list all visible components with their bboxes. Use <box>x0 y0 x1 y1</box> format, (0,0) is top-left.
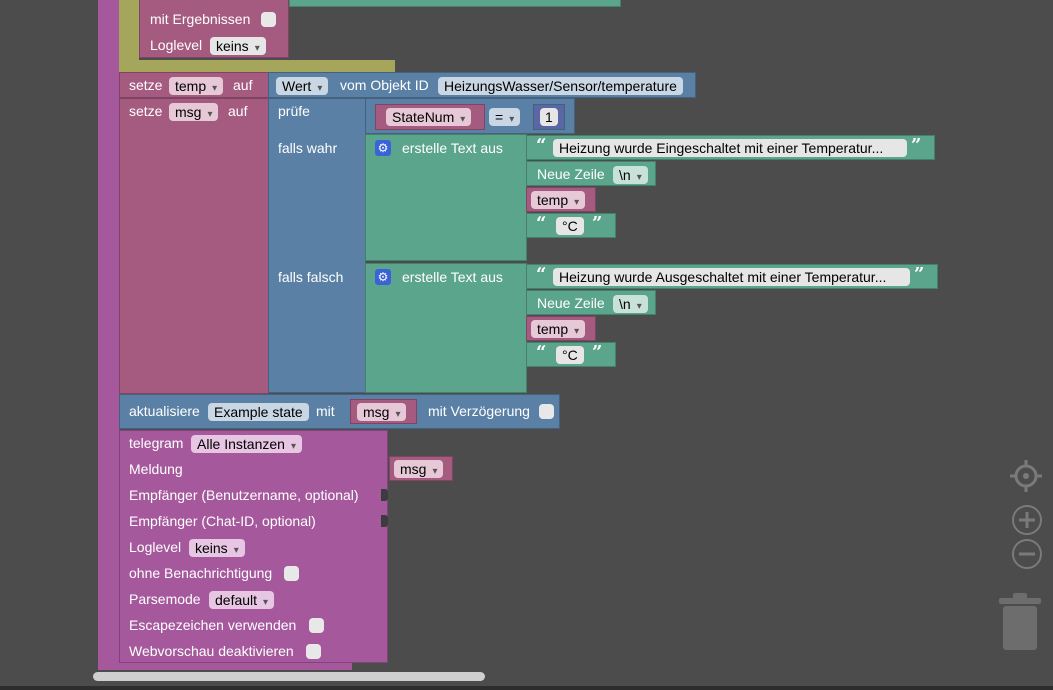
horizontal-scrollbar[interactable] <box>93 672 485 681</box>
text-literal-true-field[interactable]: Heizung wurde Eingeschaltet mit einer Te… <box>553 139 907 157</box>
meldung-label: Meldung <box>129 461 183 477</box>
gear-icon[interactable]: ⚙ <box>375 269 391 285</box>
ternary-true-label: falls wahr <box>278 140 338 156</box>
object-id-field[interactable]: HeizungsWasser/Sensor/temperature <box>438 77 683 95</box>
open-quote-icon: “ <box>536 342 547 363</box>
telegram-label: telegram <box>129 435 184 451</box>
bottom-edge <box>0 686 1053 690</box>
condition-var-dropdown[interactable]: StateNum <box>386 108 472 126</box>
unit-field-false[interactable]: °C <box>556 346 584 364</box>
recipient-user-input[interactable] <box>381 489 388 501</box>
close-quote-icon: ” <box>914 264 925 285</box>
recipient-user-label: Empfänger (Benutzername, optional) <box>129 487 359 503</box>
set-msg-block[interactable] <box>119 98 269 394</box>
text-literal-false-field[interactable]: Heizung wurde Ausgeschaltet mit einer Te… <box>553 268 910 286</box>
silent-checkbox[interactable] <box>284 566 299 581</box>
create-text-label-true: erstelle Text aus <box>402 140 503 156</box>
update-state-field[interactable]: Example state <box>208 403 309 421</box>
webpreview-checkbox[interactable] <box>306 644 321 659</box>
operator-dropdown[interactable]: = <box>489 108 521 126</box>
create-text-label-false: erstelle Text aus <box>402 269 503 285</box>
plus-icon[interactable] <box>1011 504 1043 536</box>
telegram-loglevel-dropdown[interactable]: keins <box>189 539 245 557</box>
close-quote-icon: ” <box>592 213 603 234</box>
compare-number-field[interactable]: 1 <box>540 108 558 126</box>
escape-label: Escapezeichen verwenden <box>129 617 297 633</box>
crosshair-icon[interactable] <box>1010 460 1042 492</box>
silent-label: ohne Benachrichtigung <box>129 565 273 581</box>
close-quote-icon: ” <box>592 342 603 363</box>
recipient-chat-input[interactable] <box>381 515 388 527</box>
newline-dropdown-false[interactable]: \n <box>613 295 648 313</box>
outer-event-block <box>98 0 120 670</box>
ternary-pruefe-label: prüfe <box>278 103 310 119</box>
with-results-checkbox[interactable] <box>261 12 276 27</box>
set-temp-var-dropdown[interactable]: temp <box>169 77 224 95</box>
webpreview-label: Webvorschau deaktivieren <box>129 643 294 659</box>
with-results-label: mit Ergebnissen <box>150 11 251 27</box>
update-mit-label: mit <box>316 403 335 419</box>
outer-event-block-bottom <box>98 662 352 670</box>
temp-var-dropdown-true[interactable]: temp <box>531 191 586 209</box>
parsemode-dropdown[interactable]: default <box>209 591 275 609</box>
update-label: aktualisiere <box>129 403 200 419</box>
exec-block-top-input <box>289 0 621 7</box>
open-quote-icon: “ <box>536 135 547 156</box>
delay-label: mit Verzögerung <box>428 403 530 419</box>
delay-checkbox[interactable] <box>539 404 554 419</box>
recipient-chat-label: Empfänger (Chat-ID, optional) <box>129 513 316 529</box>
update-var-dropdown[interactable]: msg <box>357 403 407 421</box>
close-quote-icon: ” <box>911 135 922 156</box>
set-msg-var-dropdown[interactable]: msg <box>169 103 219 121</box>
gear-icon[interactable]: ⚙ <box>375 140 391 156</box>
newline-dropdown-true[interactable]: \n <box>613 166 648 184</box>
open-quote-icon: “ <box>536 264 547 285</box>
ternary-false-label: falls falsch <box>278 269 344 285</box>
value-type-dropdown[interactable]: Wert <box>276 77 329 95</box>
newline-label-false: Neue Zeile <box>537 295 605 311</box>
meldung-var-dropdown[interactable]: msg <box>394 460 444 478</box>
set-temp-setze: setze <box>129 77 163 93</box>
newline-label-true: Neue Zeile <box>537 166 605 182</box>
loglevel-dropdown[interactable]: keins <box>210 37 266 55</box>
set-msg-setze: setze <box>129 103 163 119</box>
parsemode-label: Parsemode <box>129 591 201 607</box>
escape-checkbox[interactable] <box>309 618 324 633</box>
unit-field-true[interactable]: °C <box>556 217 584 235</box>
temp-var-dropdown-false[interactable]: temp <box>531 320 586 338</box>
set-msg-auf: auf <box>228 103 248 119</box>
set-temp-auf: auf <box>233 77 253 93</box>
telegram-loglevel-label: Loglevel <box>129 539 182 555</box>
from-object-label: vom Objekt ID <box>340 77 429 93</box>
olive-block[interactable] <box>119 0 139 65</box>
telegram-instance-dropdown[interactable]: Alle Instanzen <box>191 435 302 453</box>
open-quote-icon: “ <box>536 213 547 234</box>
trash-icon[interactable] <box>997 592 1043 652</box>
minus-icon[interactable] <box>1011 538 1043 570</box>
loglevel-label: Loglevel <box>150 37 203 53</box>
